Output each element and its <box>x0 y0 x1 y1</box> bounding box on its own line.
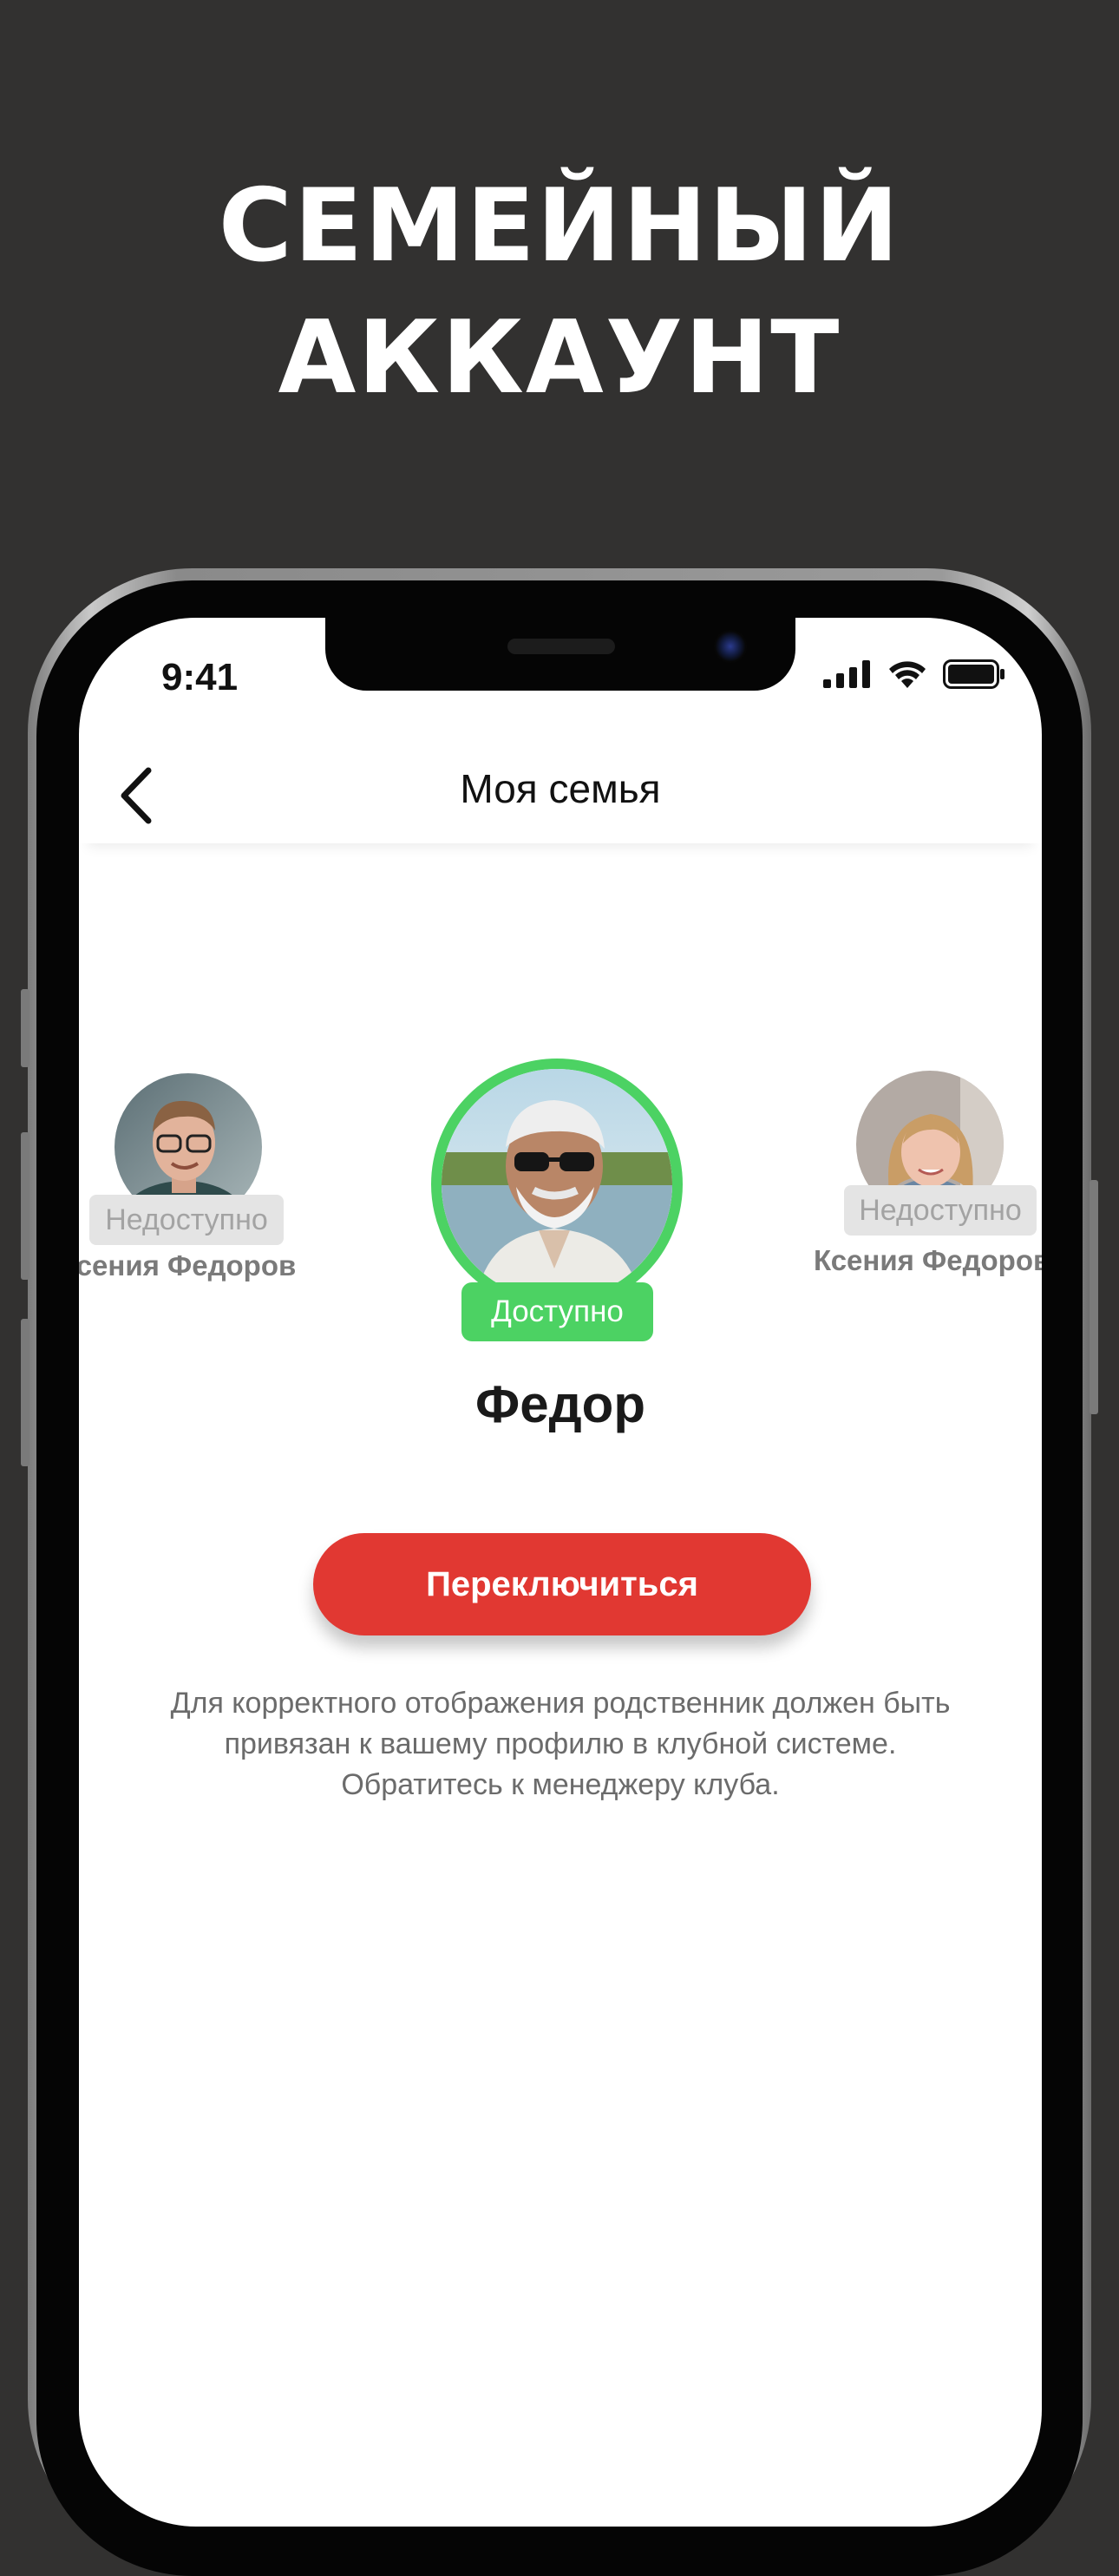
member-name-center: Федор <box>475 1375 645 1433</box>
nav-header: Моя семья <box>79 739 1042 843</box>
phone-silent-switch <box>21 989 29 1067</box>
phone-volume-up-button <box>21 1132 29 1280</box>
earpiece-speaker <box>507 639 615 654</box>
member-name-left: Ксения Федоров <box>79 1249 297 1281</box>
page-title: Моя семья <box>460 766 661 811</box>
info-text-line2: привязан к вашему профилю в клубной сист… <box>224 1727 897 1760</box>
promo-headline: СЕМЕЙНЫЙ АККАУНТ <box>0 161 1119 424</box>
status-icons <box>823 659 1005 689</box>
cellular-signal-icon <box>823 660 870 688</box>
status-badge-center: Доступно <box>461 1282 653 1341</box>
avatar-center <box>431 1059 683 1310</box>
phone-power-button <box>1090 1180 1098 1414</box>
front-camera <box>714 630 747 663</box>
info-text: Для корректного отображения родственник … <box>114 1683 1007 1806</box>
switch-account-button[interactable]: Переключиться <box>313 1533 811 1635</box>
status-time: 9:41 <box>161 656 239 698</box>
promo-headline-line2: АККАУНТ <box>278 299 841 416</box>
status-badge-left: Недоступно <box>89 1195 284 1245</box>
info-text-line3: Обратитесь к менеджеру клуба. <box>341 1768 780 1801</box>
status-badge-right: Недоступно <box>844 1185 1037 1236</box>
phone-notch <box>325 618 795 691</box>
phone-screen: 9:41 Моя семья Недоступно Ксения Федоров… <box>79 618 1042 2527</box>
battery-icon <box>943 659 1004 689</box>
member-name-right: Ксения Федоров <box>814 1244 1042 1276</box>
wifi-icon <box>889 661 926 688</box>
phone-volume-down-button <box>21 1319 29 1466</box>
promo-headline-line1: СЕМЕЙНЫЙ <box>218 167 901 285</box>
info-text-line1: Для корректного отображения родственник … <box>170 1687 951 1720</box>
